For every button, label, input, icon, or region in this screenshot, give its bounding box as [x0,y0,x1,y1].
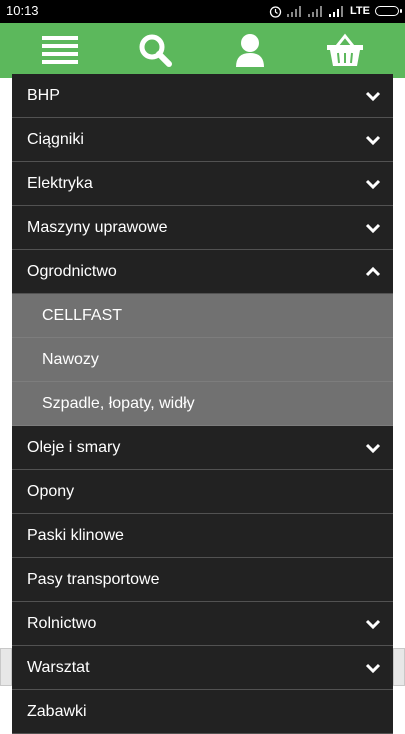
menu-item-label: Paski klinowe [27,527,124,544]
background-left-edge [0,648,12,686]
top-toolbar [0,23,405,78]
menu-item-opony[interactable]: Opony [12,470,393,514]
menu-icon [42,36,78,64]
menu-item-pasy-transportowe[interactable]: Pasy transportowe [12,558,393,602]
cart-button[interactable] [325,30,365,70]
menu-item-label: BHP [27,87,60,104]
user-icon [236,34,264,67]
signal-icon-3 [329,6,344,17]
menu-item-bhp[interactable]: BHP [12,74,393,118]
chevron-down-icon[interactable] [365,220,381,236]
status-time: 10:13 [6,3,39,18]
menu-item-rolnictwo[interactable]: Rolnictwo [12,602,393,646]
alarm-icon [269,5,282,18]
menu-item-label: Ciągniki [27,131,84,148]
chevron-up-icon[interactable] [365,264,381,280]
submenu-item-szpadle[interactable]: Szpadle, łopaty, widły [12,382,393,426]
menu-item-oleje-i-smary[interactable]: Oleje i smary [12,426,393,470]
chevron-down-icon[interactable] [365,616,381,632]
menu-item-label: Opony [27,483,75,500]
menu-item-ogrodnictwo[interactable]: Ogrodnictwo [12,250,393,294]
menu-item-label: Zabawki [27,703,87,720]
menu-item-ciagniki[interactable]: Ciągniki [12,118,393,162]
menu-item-label: Rolnictwo [27,615,97,632]
submenu-item-cellfast[interactable]: CELLFAST [12,294,393,338]
chevron-down-icon[interactable] [365,440,381,456]
menu-item-label: Pasy transportowe [27,571,160,588]
signal-icon-2 [308,6,323,17]
category-menu: BHP Ciągniki Elektryka Maszyny uprawowe … [12,74,393,734]
menu-item-warsztat[interactable]: Warsztat [12,646,393,690]
submenu-item-label: CELLFAST [42,307,123,324]
menu-item-label: Oleje i smary [27,439,121,456]
menu-item-maszyny-uprawowe[interactable]: Maszyny uprawowe [12,206,393,250]
status-bar: 10:13 LTE [0,0,405,23]
menu-item-label: Warsztat [27,659,90,676]
battery-icon [375,6,402,16]
submenu-item-label: Nawozy [42,351,99,368]
search-icon [139,34,172,67]
menu-item-paski-klinowe[interactable]: Paski klinowe [12,514,393,558]
submenu-item-nawozy[interactable]: Nawozy [12,338,393,382]
search-button[interactable] [135,30,175,70]
account-button[interactable] [230,30,270,70]
menu-item-label: Elektryka [27,175,93,192]
chevron-down-icon[interactable] [365,176,381,192]
menu-item-label: Ogrodnictwo [27,263,117,280]
submenu-item-label: Szpadle, łopaty, widły [42,395,195,412]
menu-item-elektryka[interactable]: Elektryka [12,162,393,206]
chevron-down-icon[interactable] [365,660,381,676]
menu-button[interactable] [40,30,80,70]
background-right-edge [393,648,405,686]
network-type: LTE [350,5,370,17]
basket-icon [327,33,363,66]
menu-item-zabawki[interactable]: Zabawki [12,690,393,734]
chevron-down-icon[interactable] [365,88,381,104]
menu-item-label: Maszyny uprawowe [27,219,168,236]
chevron-down-icon[interactable] [365,132,381,148]
status-icons: LTE [269,3,402,19]
signal-icon [287,6,302,17]
